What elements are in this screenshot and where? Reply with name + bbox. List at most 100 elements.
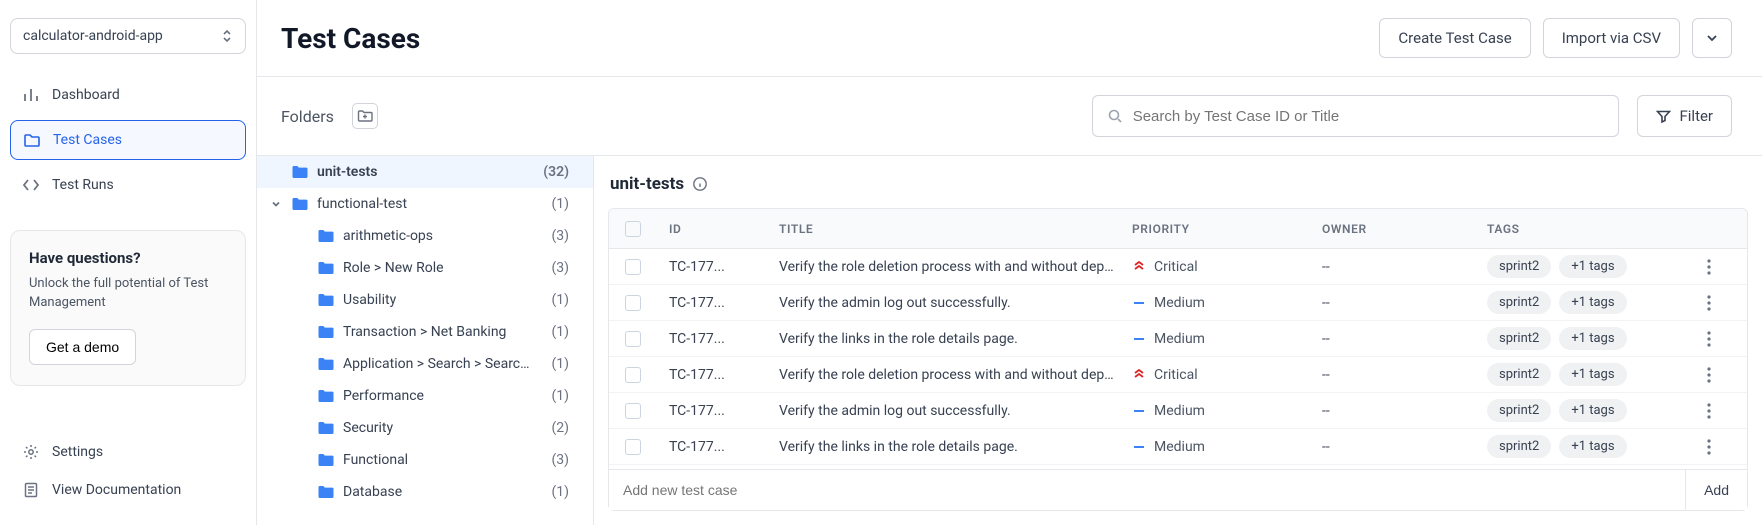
search-field[interactable] (1092, 95, 1620, 137)
table-row[interactable]: TC-177...Verify the admin log out succes… (609, 285, 1747, 321)
folder-row[interactable]: Database(1) (257, 476, 593, 508)
folder-row[interactable]: Application > Search > Search fu...(1) (257, 348, 593, 380)
select-all-checkbox[interactable] (625, 221, 641, 237)
code-icon (22, 176, 40, 194)
folder-count: (2) (551, 420, 569, 436)
folder-count: (1) (551, 196, 569, 212)
cell-owner: -- (1316, 257, 1481, 277)
info-icon[interactable] (692, 176, 708, 192)
chevron-down-icon[interactable] (269, 198, 283, 210)
row-menu-button[interactable] (1701, 365, 1737, 385)
search-icon (1107, 108, 1123, 124)
table-row[interactable]: TC-177...Verify the role deletion proces… (609, 357, 1747, 393)
page-title: Test Cases (281, 22, 420, 55)
nav-item-label: Test Runs (52, 177, 114, 193)
priority-label: Critical (1154, 259, 1198, 275)
add-test-case-input[interactable] (609, 470, 1685, 510)
row-menu-button[interactable] (1701, 329, 1737, 349)
folder-count: (3) (551, 452, 569, 468)
folder-count: (1) (551, 292, 569, 308)
priority-label: Medium (1154, 331, 1205, 347)
current-folder-name: unit-tests (610, 174, 684, 194)
project-select[interactable]: calculator-android-app (10, 18, 246, 54)
get-demo-button[interactable]: Get a demo (29, 329, 136, 365)
tag[interactable]: sprint2 (1487, 327, 1551, 350)
tag[interactable]: sprint2 (1487, 291, 1551, 314)
row-checkbox[interactable] (625, 439, 641, 455)
cell-title: Verify the links in the role details pag… (773, 329, 1126, 349)
more-actions-button[interactable] (1692, 18, 1732, 58)
folder-row[interactable]: Security (2) (257, 412, 593, 444)
tag-more[interactable]: +1 tags (1559, 291, 1626, 314)
col-priority[interactable]: PRIORITY (1126, 220, 1316, 238)
row-checkbox[interactable] (625, 259, 641, 275)
tag-more[interactable]: +1 tags (1559, 435, 1626, 458)
tag-more[interactable]: +1 tags (1559, 255, 1626, 278)
cell-tags: sprint2 +1 tags (1481, 361, 1701, 388)
row-menu-button[interactable] (1701, 257, 1737, 277)
create-test-case-button[interactable]: Create Test Case (1379, 18, 1530, 58)
import-csv-button[interactable]: Import via CSV (1543, 18, 1680, 58)
col-title[interactable]: TITLE (773, 220, 1126, 238)
promo-card: Have questions? Unlock the full potentia… (10, 230, 246, 386)
col-id[interactable]: ID (663, 220, 773, 238)
tag-more[interactable]: +1 tags (1559, 363, 1626, 386)
cell-title: Verify the role deletion process with an… (773, 365, 1126, 385)
priority-medium-icon (1132, 332, 1146, 346)
cell-tags: sprint2 +1 tags (1481, 325, 1701, 352)
table-row[interactable]: TC-177...Verify the links in the role de… (609, 429, 1747, 465)
nav-item-test-runs[interactable]: Test Runs (10, 166, 246, 204)
col-owner[interactable]: OWNER (1316, 220, 1481, 238)
row-menu-button[interactable] (1701, 401, 1737, 421)
row-checkbox[interactable] (625, 331, 641, 347)
view-docs-link[interactable]: View Documentation (10, 471, 246, 509)
row-menu-button[interactable] (1701, 437, 1737, 457)
table-row[interactable]: TC-177...Verify the role deletion proces… (609, 249, 1747, 285)
cell-title: Verify the links in the role details pag… (773, 437, 1126, 457)
folder-row[interactable]: Functional(3) (257, 444, 593, 476)
row-checkbox[interactable] (625, 403, 641, 419)
add-folder-button[interactable] (352, 103, 378, 129)
folder-name: Security (343, 420, 393, 436)
row-menu-button[interactable] (1701, 293, 1737, 313)
folder-row[interactable]: Transaction > Net Banking(1) (257, 316, 593, 348)
filter-icon (1656, 109, 1671, 124)
filter-button[interactable]: Filter (1637, 95, 1732, 137)
tag-more[interactable]: +1 tags (1559, 327, 1626, 350)
tag-more[interactable]: +1 tags (1559, 399, 1626, 422)
folder-icon (291, 164, 309, 180)
tag[interactable]: sprint2 (1487, 255, 1551, 278)
table-row[interactable]: TC-177...Verify the links in the role de… (609, 321, 1747, 357)
folder-row[interactable]: Usability(1) (257, 284, 593, 316)
folder-row[interactable]: unit-tests(32) (257, 156, 593, 188)
priority-medium-icon (1132, 404, 1146, 418)
nav-item-label: Dashboard (52, 87, 120, 103)
nav-item-test-cases[interactable]: Test Cases (10, 120, 246, 160)
col-tags[interactable]: TAGS (1481, 220, 1701, 238)
folder-icon (317, 356, 335, 372)
tag[interactable]: sprint2 (1487, 363, 1551, 386)
table-row[interactable]: TC-177...Verify the admin log out succes… (609, 393, 1747, 429)
cell-owner: -- (1316, 401, 1481, 421)
nav-item-label: Test Cases (53, 132, 122, 148)
folder-row[interactable]: arithmetic-ops(3) (257, 220, 593, 252)
cell-owner: -- (1316, 293, 1481, 313)
bar-chart-icon (22, 86, 40, 104)
folder-row[interactable]: functional-test(1) (257, 188, 593, 220)
row-checkbox[interactable] (625, 367, 641, 383)
tag[interactable]: sprint2 (1487, 399, 1551, 422)
folder-tree[interactable]: unit-tests(32)functional-test(1)arithmet… (257, 156, 594, 525)
folders-label: Folders (281, 107, 334, 126)
folder-row[interactable]: Role > New Role(3) (257, 252, 593, 284)
add-test-case-button[interactable]: Add (1685, 470, 1747, 510)
row-checkbox[interactable] (625, 295, 641, 311)
settings-link[interactable]: Settings (10, 433, 246, 471)
nav-item-dashboard[interactable]: Dashboard (10, 76, 246, 114)
promo-body: Unlock the full potential of Test Manage… (29, 275, 227, 313)
priority-label: Medium (1154, 295, 1205, 311)
search-input[interactable] (1123, 108, 1605, 125)
tag[interactable]: sprint2 (1487, 435, 1551, 458)
promo-heading: Have questions? (29, 249, 227, 267)
folder-row[interactable]: Performance(1) (257, 380, 593, 412)
cell-tags: sprint2 +1 tags (1481, 433, 1701, 460)
